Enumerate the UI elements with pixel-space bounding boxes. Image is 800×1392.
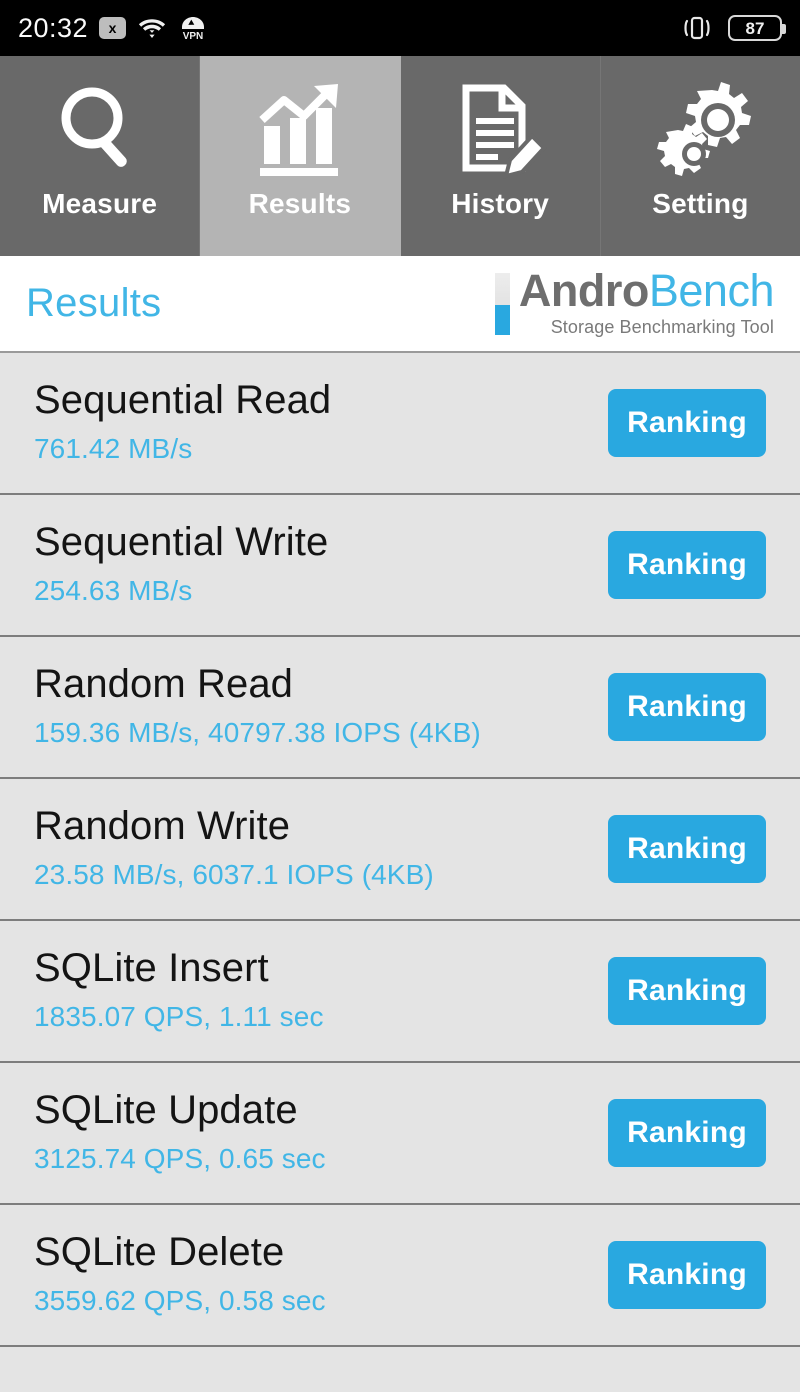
row-title: SQLite Insert [34, 946, 269, 991]
tab-measure-label: Measure [42, 188, 158, 219]
row-text: Sequential Write 254.63 MB/s [34, 520, 328, 609]
table-row[interactable]: SQLite Update 3125.74 QPS, 0.65 sec Rank… [0, 1063, 800, 1205]
main-tab-bar: Measure Results History Setting [0, 56, 800, 256]
tab-history-label: History [451, 188, 550, 219]
ranking-button[interactable]: Ranking [608, 389, 766, 457]
row-text: Random Read 159.36 MB/s, 40797.38 IOPS (… [34, 662, 481, 751]
ranking-button[interactable]: Ranking [608, 957, 766, 1025]
logo-bar-icon [494, 273, 510, 336]
row-value: 761.42 MB/s [34, 433, 193, 465]
row-text: SQLite Delete 3559.62 QPS, 0.58 sec [34, 1230, 326, 1319]
page-header: Results AndroBench Storage Benchmarking … [0, 256, 800, 353]
row-value: 23.58 MB/s, 6037.1 IOPS (4KB) [34, 859, 434, 891]
row-value: 254.63 MB/s [34, 575, 193, 607]
no-sim-x-icon: x [99, 17, 127, 39]
ranking-button[interactable]: Ranking [608, 673, 766, 741]
tab-results[interactable]: Results [200, 56, 401, 256]
row-title: Sequential Write [34, 520, 329, 565]
battery-level: 87 [745, 18, 765, 38]
tab-results-label: Results [248, 188, 352, 219]
status-bar-left: 20:32 x VPN [18, 13, 208, 44]
row-title: Random Write [34, 804, 291, 849]
row-value: 159.36 MB/s, 40797.38 IOPS (4KB) [34, 717, 481, 749]
logo-word-bench: Bench [648, 265, 775, 317]
vibrate-icon [679, 14, 715, 42]
page-title: Results [26, 281, 162, 325]
tab-history[interactable]: History [401, 56, 601, 256]
ranking-button[interactable]: Ranking [608, 815, 766, 883]
androbench-logo: AndroBench Storage Benchmarking Tool [494, 268, 775, 337]
ranking-button[interactable]: Ranking [608, 1099, 766, 1167]
table-row[interactable]: SQLite Delete 3559.62 QPS, 0.58 sec Rank… [0, 1205, 800, 1347]
row-text: Sequential Read 761.42 MB/s [34, 378, 331, 467]
logo-wordmark: AndroBench [519, 268, 775, 313]
wifi-icon [137, 16, 167, 40]
gears-icon [635, 74, 765, 186]
row-title: SQLite Update [34, 1088, 298, 1133]
logo-text: AndroBench Storage Benchmarking Tool [519, 268, 775, 337]
magnifier-icon [35, 74, 165, 186]
status-bar: 20:32 x VPN 87 [0, 0, 800, 56]
battery-icon: 87 [728, 15, 786, 41]
row-title: SQLite Delete [34, 1230, 285, 1275]
tab-setting-label: Setting [652, 188, 749, 219]
table-row[interactable]: Random Read 159.36 MB/s, 40797.38 IOPS (… [0, 637, 800, 779]
tab-setting[interactable]: Setting [601, 56, 800, 256]
row-value: 1835.07 QPS, 1.11 sec [34, 1001, 324, 1033]
row-value: 3125.74 QPS, 0.65 sec [34, 1143, 326, 1175]
bar-chart-arrow-icon [235, 74, 365, 186]
logo-word-andro: Andro [518, 265, 649, 317]
ranking-button[interactable]: Ranking [608, 1241, 766, 1309]
logo-tagline: Storage Benchmarking Tool [550, 316, 774, 337]
ranking-button[interactable]: Ranking [608, 531, 766, 599]
row-text: SQLite Update 3125.74 QPS, 0.65 sec [34, 1088, 326, 1177]
results-list: Sequential Read 761.42 MB/s Ranking Sequ… [0, 353, 800, 1347]
row-text: SQLite Insert 1835.07 QPS, 1.11 sec [34, 946, 324, 1035]
tab-measure[interactable]: Measure [0, 56, 201, 256]
row-title: Random Read [34, 662, 294, 707]
row-text: Random Write 23.58 MB/s, 6037.1 IOPS (4K… [34, 804, 434, 893]
document-pencil-icon [435, 74, 565, 186]
vpn-icon: VPN [178, 15, 208, 42]
table-row[interactable]: Random Write 23.58 MB/s, 6037.1 IOPS (4K… [0, 779, 800, 921]
row-title: Sequential Read [34, 378, 332, 423]
table-row[interactable]: SQLite Insert 1835.07 QPS, 1.11 sec Rank… [0, 921, 800, 1063]
svg-text:VPN: VPN [183, 31, 204, 41]
row-value: 3559.62 QPS, 0.58 sec [34, 1285, 326, 1317]
status-clock: 20:32 [18, 12, 89, 43]
table-row[interactable]: Sequential Read 761.42 MB/s Ranking [0, 353, 800, 495]
table-row[interactable]: Sequential Write 254.63 MB/s Ranking [0, 495, 800, 637]
status-bar-right: 87 [679, 14, 786, 42]
